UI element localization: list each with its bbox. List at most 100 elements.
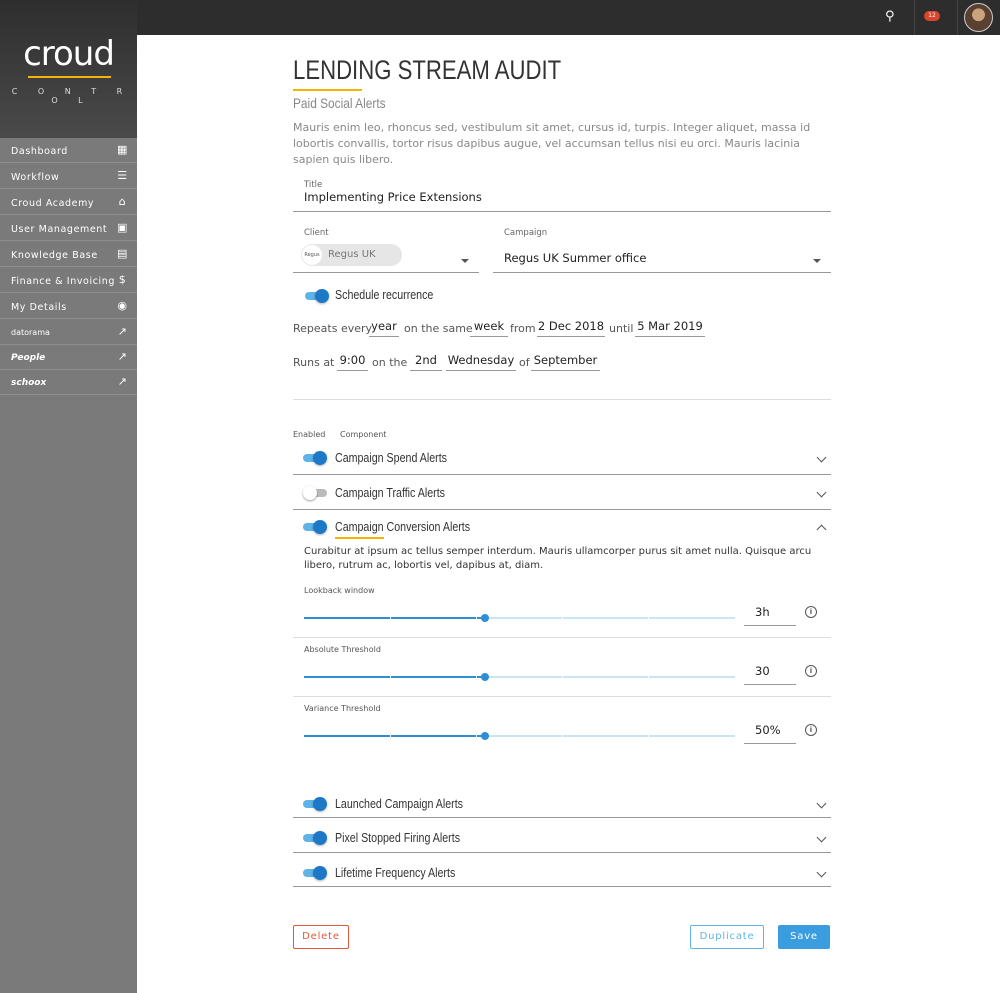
dollar-icon: $ <box>118 273 127 286</box>
logo[interactable]: croud <box>0 34 137 74</box>
slider-tick <box>562 735 563 737</box>
component-header: Component <box>340 430 387 439</box>
sidebar-item-people[interactable]: People ↗ <box>0 345 137 370</box>
sidebar-item-label: Workflow <box>11 172 60 183</box>
enabled-header: Enabled <box>293 430 326 439</box>
component-divider <box>293 852 831 853</box>
repeat-period-input[interactable]: year <box>369 319 399 337</box>
slider-fill <box>304 676 485 678</box>
component-toggle-frequency[interactable] <box>303 866 327 880</box>
component-divider <box>293 474 831 475</box>
component-label-frequency[interactable]: Lifetime Frequency Alerts <box>335 865 455 880</box>
delete-button[interactable]: Delete <box>293 925 349 949</box>
component-toggle-pixel[interactable] <box>303 831 327 845</box>
page-description: Mauris enim leo, rhoncus sed, vestibulum… <box>293 121 811 166</box>
component-label-launched[interactable]: Launched Campaign Alerts <box>335 796 463 811</box>
runs-text: of <box>519 356 530 369</box>
sidebar-item-schoox[interactable]: schoox ↗ <box>0 370 137 395</box>
slider-tick <box>648 617 649 619</box>
client-chip[interactable]: Regus Regus UK <box>301 244 402 266</box>
filter-search-icon[interactable]: ⚲ <box>885 9 895 24</box>
absolute-threshold-slider[interactable] <box>304 673 735 681</box>
client-dropdown-icon[interactable] <box>461 259 469 263</box>
component-toggle-conversion[interactable] <box>303 520 327 534</box>
sidebar-item-label: User Management <box>11 224 108 235</box>
lookback-slider[interactable] <box>304 614 735 622</box>
component-toggle-spend[interactable] <box>303 451 327 465</box>
book-icon: ▤ <box>117 247 128 260</box>
topbar-divider <box>957 0 958 35</box>
notification-icon[interactable]: 12 <box>924 11 940 21</box>
lookback-input[interactable]: 3h <box>744 605 796 626</box>
title-field[interactable]: Implementing Price Extensions <box>304 190 482 204</box>
component-description: Curabitur at ipsum ac tellus semper inte… <box>304 546 812 571</box>
chevron-up-icon[interactable] <box>816 524 827 535</box>
campaign-field-label: Campaign <box>504 228 548 238</box>
chevron-down-icon[interactable] <box>816 487 827 498</box>
slider-tick <box>476 617 477 619</box>
absolute-threshold-input[interactable]: 30 <box>744 664 796 685</box>
slider-tick <box>476 676 477 678</box>
sidebar-item-user-management[interactable]: User Management ▣ <box>0 216 137 241</box>
run-time-input[interactable]: 9:00 <box>337 353 368 371</box>
end-date-input[interactable]: 5 Mar 2019 <box>635 319 705 337</box>
campaign-select[interactable]: Regus UK Summer office <box>504 251 646 265</box>
run-month-input[interactable]: September <box>531 353 600 371</box>
slider-tick <box>390 676 391 678</box>
sidebar-item-knowledge-base[interactable]: Knowledge Base ▤ <box>0 242 137 267</box>
chevron-down-icon[interactable] <box>816 452 827 463</box>
info-icon[interactable]: i <box>805 724 817 736</box>
start-date-input[interactable]: 2 Dec 2018 <box>537 319 605 337</box>
external-link-icon: ↗ <box>117 325 128 338</box>
campaign-dropdown-icon[interactable] <box>813 259 821 263</box>
page-subtitle: Paid Social Alerts <box>293 95 386 111</box>
sidebar-item-finance[interactable]: Finance & Invoicing $ <box>0 268 137 293</box>
component-toggle-traffic[interactable] <box>303 486 329 500</box>
component-label-spend[interactable]: Campaign Spend Alerts <box>335 450 447 465</box>
slider-handle[interactable] <box>481 732 489 740</box>
sidebar-item-label: Finance & Invoicing <box>11 276 116 287</box>
slider-handle[interactable] <box>481 614 489 622</box>
sidebar-item-my-details[interactable]: My Details ◉ <box>0 294 137 319</box>
component-divider <box>293 886 831 887</box>
save-button[interactable]: Save <box>778 925 830 949</box>
info-icon[interactable]: i <box>805 665 817 677</box>
component-toggle-launched[interactable] <box>303 797 327 811</box>
page-title: LENDING STREAM AUDIT <box>293 55 562 85</box>
run-weekday-input[interactable]: Wednesday <box>446 353 516 371</box>
run-ordinal-input[interactable]: 2nd <box>410 353 442 371</box>
user-management-icon: ▣ <box>117 221 128 234</box>
duplicate-button[interactable]: Duplicate <box>690 925 764 949</box>
slider-tick <box>562 676 563 678</box>
component-label-traffic[interactable]: Campaign Traffic Alerts <box>335 485 445 500</box>
sidebar-item-workflow[interactable]: Workflow ☰ <box>0 164 137 189</box>
sidebar-item-dashboard[interactable]: Dashboard ▦ <box>0 138 137 163</box>
campaign-field-underline <box>493 272 831 273</box>
dashboard-icon: ▦ <box>117 143 128 156</box>
variance-threshold-input[interactable]: 50% <box>744 723 796 744</box>
schedule-recurrence-toggle[interactable] <box>305 289 329 303</box>
slider-label: Variance Threshold <box>304 704 381 713</box>
people-logo: People <box>11 353 46 363</box>
chevron-down-icon[interactable] <box>816 867 827 878</box>
repeats-text: on the same <box>404 322 473 335</box>
component-label-pixel[interactable]: Pixel Stopped Firing Alerts <box>335 830 460 845</box>
active-component-underline <box>335 537 384 539</box>
toggle-knob <box>313 797 327 811</box>
variance-threshold-slider[interactable] <box>304 732 735 740</box>
component-label-conversion[interactable]: Campaign Conversion Alerts <box>335 519 470 534</box>
slider-tick <box>648 676 649 678</box>
chevron-down-icon[interactable] <box>816 798 827 809</box>
toggle-knob <box>303 486 317 500</box>
sidebar-item-academy[interactable]: Croud Academy ⌂ <box>0 190 137 215</box>
avatar[interactable] <box>964 3 993 32</box>
external-link-icon: ↗ <box>117 350 128 363</box>
info-icon[interactable]: i <box>805 606 817 618</box>
sidebar-item-label: My Details <box>11 302 67 313</box>
slider-handle[interactable] <box>481 673 489 681</box>
slider-tick <box>562 617 563 619</box>
sidebar-item-datorama[interactable]: datorama ↗ <box>0 320 137 345</box>
repeat-unit-input[interactable]: week <box>470 319 508 337</box>
chevron-down-icon[interactable] <box>816 832 827 843</box>
client-field-label: Client <box>304 228 329 238</box>
